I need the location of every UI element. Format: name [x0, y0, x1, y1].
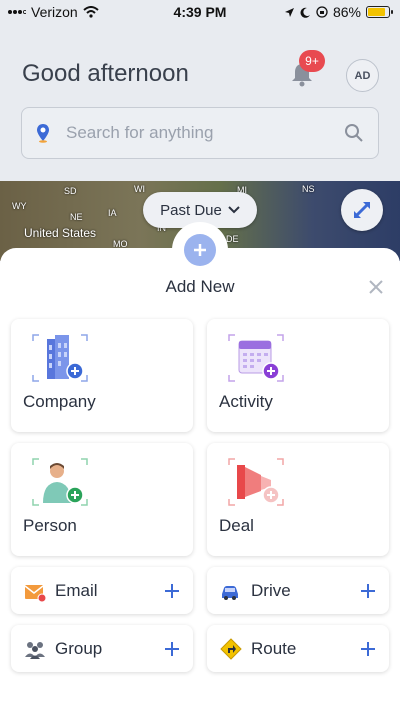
drive-label: Drive [251, 580, 291, 600]
group-row[interactable]: Group [11, 625, 193, 672]
plus-icon[interactable] [163, 640, 181, 658]
plus-icon[interactable] [359, 640, 377, 658]
activity-label: Activity [219, 392, 273, 411]
person-card[interactable]: Person [11, 443, 193, 556]
signal-icon [8, 10, 26, 14]
email-icon [24, 584, 47, 602]
deal-label: Deal [219, 516, 254, 535]
battery-icon [366, 6, 393, 18]
map-label: IA [108, 208, 117, 218]
email-row[interactable]: Email [11, 567, 193, 614]
status-left: Verizon [8, 4, 99, 20]
avatar[interactable]: AD [346, 59, 379, 92]
email-label: Email [55, 580, 98, 600]
close-button[interactable] [366, 277, 386, 297]
route-label: Route [251, 638, 297, 658]
greeting-title: Good afternoon [22, 60, 189, 87]
plus-icon[interactable] [359, 582, 377, 600]
person-label: Person [23, 516, 77, 535]
activity-card[interactable]: Activity [207, 319, 389, 432]
past-due-label: Past Due [160, 201, 222, 219]
add-new-fab[interactable] [184, 234, 216, 266]
calendar-icon [228, 334, 284, 382]
expand-arrows-icon [354, 202, 370, 218]
wifi-icon [83, 6, 99, 18]
map-label: DE [226, 234, 239, 244]
sheet-title: Add New [165, 277, 235, 296]
deal-card[interactable]: Deal [207, 443, 389, 556]
car-icon [222, 585, 238, 600]
deal-funnel-icon [228, 458, 284, 506]
location-pin-icon [37, 124, 49, 143]
status-bar: Verizon 4:39 PM 86% [0, 0, 400, 24]
chevron-down-icon [228, 206, 240, 214]
carrier-label: Verizon [31, 4, 78, 20]
location-arrow-icon [284, 7, 294, 17]
drive-row[interactable]: Drive [207, 567, 389, 614]
map-label: WY [12, 201, 27, 211]
close-icon [369, 280, 383, 294]
notification-badge: 9+ [299, 50, 325, 72]
expand-map-button[interactable] [341, 189, 383, 231]
map-label: WI [134, 184, 145, 194]
building-icon [32, 334, 88, 382]
route-row[interactable]: Route [207, 625, 389, 672]
plus-icon[interactable] [163, 582, 181, 600]
company-card[interactable]: Company [11, 319, 193, 432]
search-input[interactable] [66, 123, 344, 143]
rotation-lock-icon [316, 6, 328, 18]
battery-fill [368, 8, 386, 16]
moon-icon [300, 7, 310, 18]
status-right: 86% [284, 4, 393, 20]
group-label: Group [55, 638, 103, 658]
company-label: Company [23, 392, 96, 411]
group-icon [25, 641, 45, 659]
map-label-country: United States [24, 226, 97, 240]
map-label: NE [70, 212, 83, 222]
map-label: NS [302, 184, 315, 194]
search-bar[interactable] [21, 107, 379, 159]
battery-percent: 86% [332, 4, 361, 20]
map-label: SD [64, 186, 77, 196]
search-icon[interactable] [344, 123, 364, 143]
person-icon [32, 458, 88, 506]
plus-icon [194, 244, 206, 256]
route-sign-icon [220, 637, 242, 660]
